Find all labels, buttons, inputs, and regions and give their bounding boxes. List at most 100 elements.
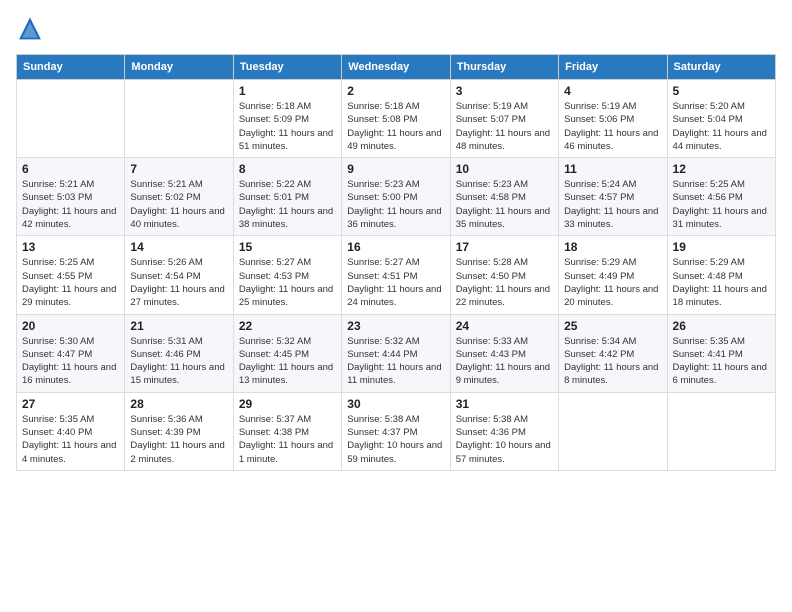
calendar-cell: 9Sunrise: 5:23 AMSunset: 5:00 PMDaylight… — [342, 158, 450, 236]
day-info: Sunrise: 5:29 AMSunset: 4:48 PMDaylight:… — [673, 256, 770, 309]
day-info: Sunrise: 5:24 AMSunset: 4:57 PMDaylight:… — [564, 178, 661, 231]
weekday-header-row: SundayMondayTuesdayWednesdayThursdayFrid… — [17, 55, 776, 80]
day-number: 12 — [673, 162, 770, 176]
logo-icon — [16, 16, 44, 44]
day-number: 17 — [456, 240, 553, 254]
day-info: Sunrise: 5:23 AMSunset: 5:00 PMDaylight:… — [347, 178, 444, 231]
day-number: 2 — [347, 84, 444, 98]
calendar-cell: 16 Sunrise: 5:27 AMSunset: 4:51 PMDayligh… — [342, 236, 450, 314]
calendar-cell: 14 Sunrise: 5:26 AMSunset: 4:54 PMDayligh… — [125, 236, 233, 314]
day-info: Sunrise: 5:35 AMSunset: 4:41 PMDaylight:… — [673, 335, 770, 388]
weekday-header-thursday: Thursday — [450, 55, 558, 80]
calendar-cell — [125, 80, 233, 158]
day-number: 28 — [130, 397, 227, 411]
calendar-cell: 7 Sunrise: 5:21 AMSunset: 5:02 PMDaylight… — [125, 158, 233, 236]
calendar-cell: 15 Sunrise: 5:27 AMSunset: 4:53 PMDayligh… — [233, 236, 341, 314]
day-number: 16 — [347, 240, 444, 254]
day-info: Sunrise: 5:29 AMSunset: 4:49 PMDaylight:… — [564, 256, 661, 309]
day-number: 6 — [22, 162, 119, 176]
day-number: 15 — [239, 240, 336, 254]
day-number: 1 — [239, 84, 336, 98]
day-number: 27 — [22, 397, 119, 411]
day-number: 21 — [130, 319, 227, 333]
calendar-cell: 24Sunrise: 5:33 AMSunset: 4:43 PMDayligh… — [450, 314, 558, 392]
day-info: Sunrise: 5:18 AMSunset: 5:08 PMDaylight:… — [347, 100, 444, 153]
calendar-cell: 26 Sunrise: 5:35 AMSunset: 4:41 PMDayligh… — [667, 314, 775, 392]
day-info: Sunrise: 5:22 AMSunset: 5:01 PMDaylight:… — [239, 178, 336, 231]
day-info: Sunrise: 5:36 AMSunset: 4:39 PMDaylight:… — [130, 413, 227, 466]
day-number: 14 — [130, 240, 227, 254]
day-info: Sunrise: 5:18 AMSunset: 5:09 PMDaylight:… — [239, 100, 336, 153]
day-info: Sunrise: 5:25 AMSunset: 4:55 PMDaylight:… — [22, 256, 119, 309]
calendar-cell: 3 Sunrise: 5:19 AMSunset: 5:07 PMDaylight… — [450, 80, 558, 158]
calendar-cell: 27 Sunrise: 5:35 AMSunset: 4:40 PMDayligh… — [17, 392, 125, 470]
day-number: 26 — [673, 319, 770, 333]
calendar-week-row: 27 Sunrise: 5:35 AMSunset: 4:40 PMDayligh… — [17, 392, 776, 470]
day-info: Sunrise: 5:38 AMSunset: 4:36 PMDaylight:… — [456, 413, 553, 466]
calendar-cell: 4 Sunrise: 5:19 AMSunset: 5:06 PMDaylight… — [559, 80, 667, 158]
day-number: 18 — [564, 240, 661, 254]
weekday-header-tuesday: Tuesday — [233, 55, 341, 80]
weekday-header-saturday: Saturday — [667, 55, 775, 80]
day-info: Sunrise: 5:20 AMSunset: 5:04 PMDaylight:… — [673, 100, 770, 153]
calendar-cell: 1 Sunrise: 5:18 AMSunset: 5:09 PMDaylight… — [233, 80, 341, 158]
day-info: Sunrise: 5:38 AMSunset: 4:37 PMDaylight:… — [347, 413, 444, 466]
calendar-week-row: 6 Sunrise: 5:21 AMSunset: 5:03 PMDaylight… — [17, 158, 776, 236]
day-info: Sunrise: 5:23 AMSunset: 4:58 PMDaylight:… — [456, 178, 553, 231]
day-info: Sunrise: 5:19 AMSunset: 5:06 PMDaylight:… — [564, 100, 661, 153]
day-number: 13 — [22, 240, 119, 254]
day-number: 30 — [347, 397, 444, 411]
calendar-table: SundayMondayTuesdayWednesdayThursdayFrid… — [16, 54, 776, 471]
calendar-cell: 29 Sunrise: 5:37 AMSunset: 4:38 PMDayligh… — [233, 392, 341, 470]
calendar-cell: 19 Sunrise: 5:29 AMSunset: 4:48 PMDayligh… — [667, 236, 775, 314]
day-info: Sunrise: 5:19 AMSunset: 5:07 PMDaylight:… — [456, 100, 553, 153]
calendar-cell: 12 Sunrise: 5:25 AMSunset: 4:56 PMDayligh… — [667, 158, 775, 236]
day-number: 19 — [673, 240, 770, 254]
day-info: Sunrise: 5:35 AMSunset: 4:40 PMDaylight:… — [22, 413, 119, 466]
day-number: 3 — [456, 84, 553, 98]
calendar-cell: 31 Sunrise: 5:38 AMSunset: 4:36 PMDayligh… — [450, 392, 558, 470]
weekday-header-sunday: Sunday — [17, 55, 125, 80]
calendar-cell: 17Sunrise: 5:28 AMSunset: 4:50 PMDayligh… — [450, 236, 558, 314]
calendar-cell: 23 Sunrise: 5:32 AMSunset: 4:44 PMDayligh… — [342, 314, 450, 392]
day-number: 4 — [564, 84, 661, 98]
weekday-header-friday: Friday — [559, 55, 667, 80]
calendar-cell: 13 Sunrise: 5:25 AMSunset: 4:55 PMDayligh… — [17, 236, 125, 314]
day-number: 8 — [239, 162, 336, 176]
day-info: Sunrise: 5:37 AMSunset: 4:38 PMDaylight:… — [239, 413, 336, 466]
day-number: 25 — [564, 319, 661, 333]
page-header — [16, 16, 776, 44]
day-number: 11 — [564, 162, 661, 176]
weekday-header-wednesday: Wednesday — [342, 55, 450, 80]
calendar-cell — [17, 80, 125, 158]
day-number: 31 — [456, 397, 553, 411]
day-info: Sunrise: 5:26 AMSunset: 4:54 PMDaylight:… — [130, 256, 227, 309]
day-info: Sunrise: 5:25 AMSunset: 4:56 PMDaylight:… — [673, 178, 770, 231]
day-info: Sunrise: 5:30 AMSunset: 4:47 PMDaylight:… — [22, 335, 119, 388]
day-info: Sunrise: 5:27 AMSunset: 4:53 PMDaylight:… — [239, 256, 336, 309]
day-number: 7 — [130, 162, 227, 176]
day-info: Sunrise: 5:31 AMSunset: 4:46 PMDaylight:… — [130, 335, 227, 388]
day-number: 23 — [347, 319, 444, 333]
day-info: Sunrise: 5:32 AMSunset: 4:45 PMDaylight:… — [239, 335, 336, 388]
day-number: 29 — [239, 397, 336, 411]
calendar-week-row: 13 Sunrise: 5:25 AMSunset: 4:55 PMDayligh… — [17, 236, 776, 314]
day-info: Sunrise: 5:32 AMSunset: 4:44 PMDaylight:… — [347, 335, 444, 388]
day-info: Sunrise: 5:21 AMSunset: 5:02 PMDaylight:… — [130, 178, 227, 231]
calendar-cell: 30 Sunrise: 5:38 AMSunset: 4:37 PMDayligh… — [342, 392, 450, 470]
calendar-cell: 5 Sunrise: 5:20 AMSunset: 5:04 PMDaylight… — [667, 80, 775, 158]
day-number: 5 — [673, 84, 770, 98]
day-info: Sunrise: 5:21 AMSunset: 5:03 PMDaylight:… — [22, 178, 119, 231]
calendar-cell: 20 Sunrise: 5:30 AMSunset: 4:47 PMDayligh… — [17, 314, 125, 392]
calendar-cell: 8 Sunrise: 5:22 AMSunset: 5:01 PMDaylight… — [233, 158, 341, 236]
calendar-cell: 10 Sunrise: 5:23 AMSunset: 4:58 PMDayligh… — [450, 158, 558, 236]
calendar-cell: 6 Sunrise: 5:21 AMSunset: 5:03 PMDaylight… — [17, 158, 125, 236]
logo — [16, 16, 48, 44]
calendar-cell — [559, 392, 667, 470]
weekday-header-monday: Monday — [125, 55, 233, 80]
calendar-cell: 2 Sunrise: 5:18 AMSunset: 5:08 PMDaylight… — [342, 80, 450, 158]
day-number: 20 — [22, 319, 119, 333]
day-info: Sunrise: 5:27 AMSunset: 4:51 PMDaylight:… — [347, 256, 444, 309]
day-number: 10 — [456, 162, 553, 176]
day-info: Sunrise: 5:34 AMSunset: 4:42 PMDaylight:… — [564, 335, 661, 388]
